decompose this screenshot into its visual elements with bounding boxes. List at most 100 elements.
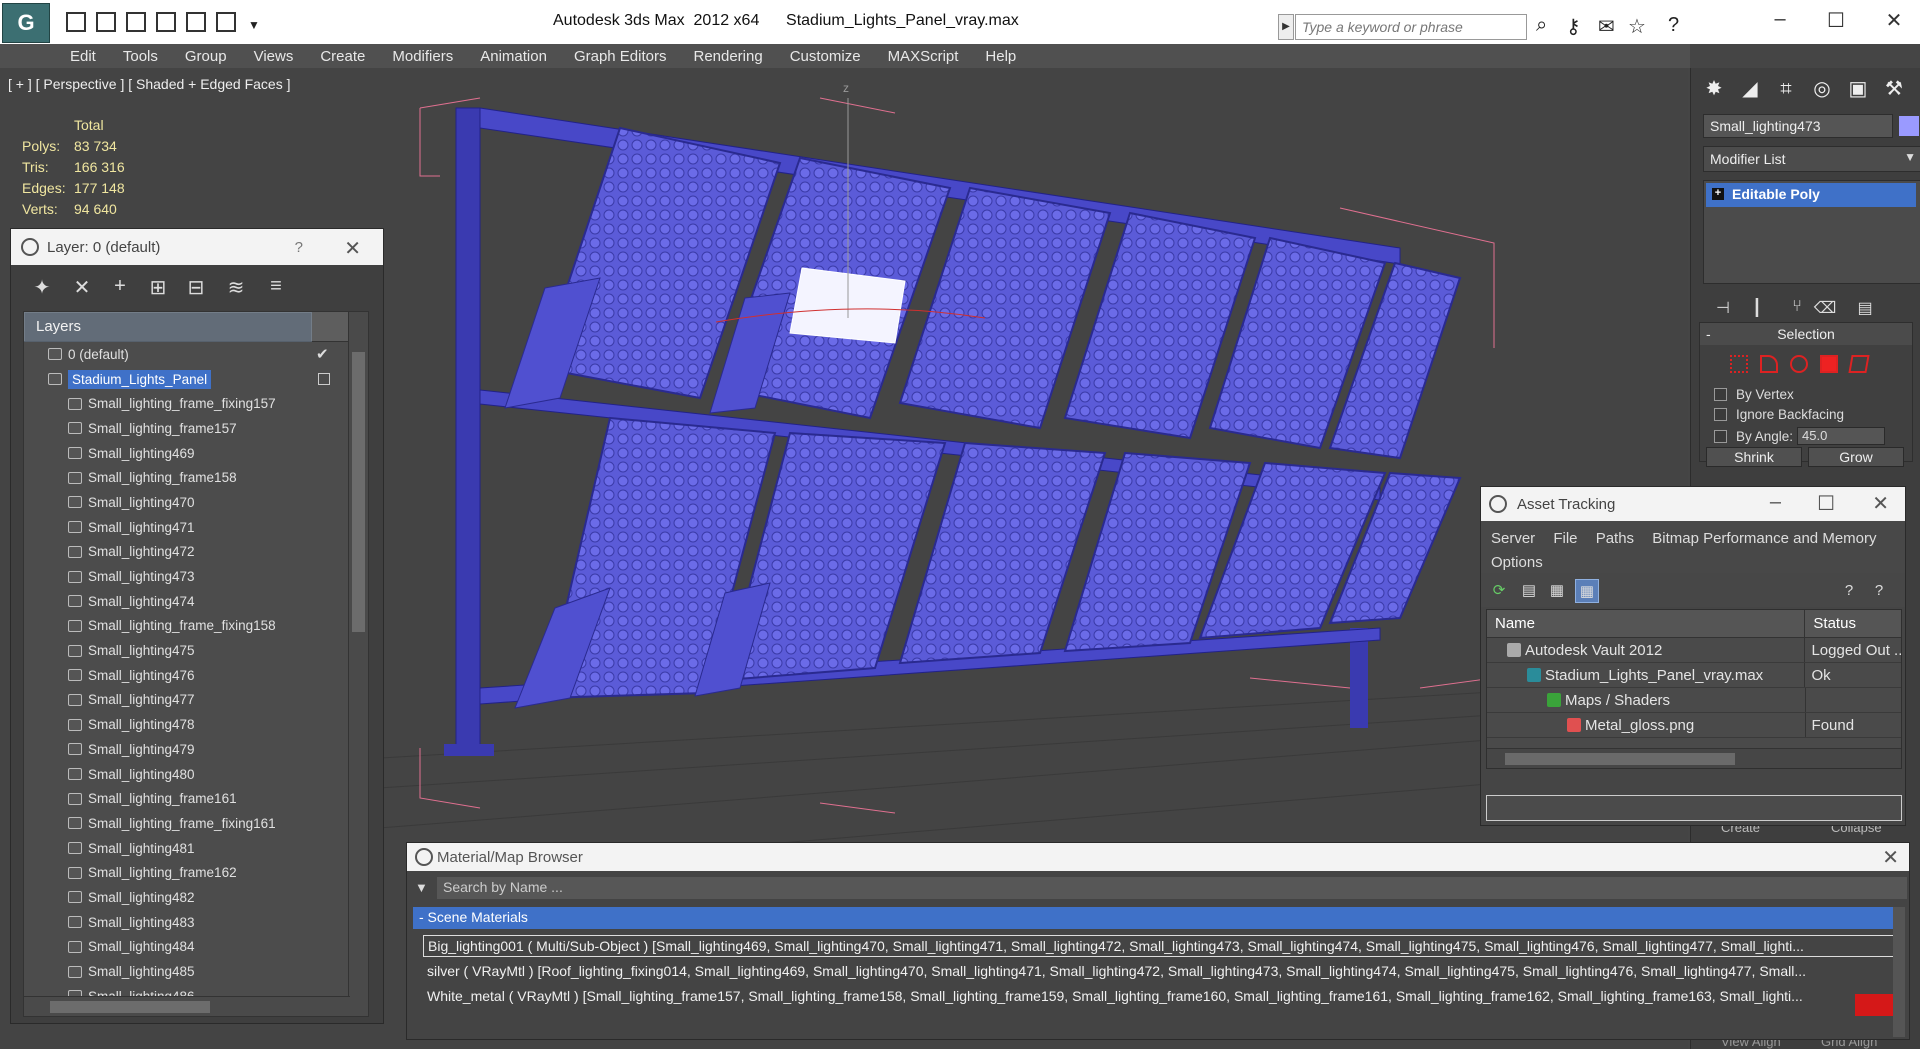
column-name[interactable]: Name: [1487, 610, 1806, 637]
create-layer-icon[interactable]: ✦: [29, 275, 55, 301]
layer-row[interactable]: Small_lighting_frame157: [24, 416, 368, 441]
layer-row[interactable]: Small_lighting474: [24, 589, 368, 614]
menu-options[interactable]: Options: [1491, 554, 1543, 571]
layer-row[interactable]: Small_lighting_frame162: [24, 860, 368, 885]
search-options-icon[interactable]: ▼: [415, 880, 428, 895]
layer-row[interactable]: Small_lighting472: [24, 540, 368, 565]
object-name-field[interactable]: Small_lighting473: [1703, 114, 1893, 138]
layer-row[interactable]: Small_lighting482: [24, 885, 368, 910]
layers-horizontal-scrollbar[interactable]: [24, 996, 350, 1016]
open-file-icon[interactable]: [66, 12, 86, 32]
close-icon[interactable]: ✕: [344, 236, 361, 261]
menu-modifiers[interactable]: Modifiers: [392, 48, 453, 65]
selection-rollout-header[interactable]: - Selection: [1700, 323, 1912, 345]
shrink-button[interactable]: Shrink: [1706, 447, 1802, 467]
new-scene-icon[interactable]: [216, 12, 236, 32]
communication-center-icon[interactable]: ✉: [1598, 14, 1615, 39]
select-layer-icon[interactable]: ⊟: [183, 275, 209, 301]
scene-materials-group[interactable]: - Scene Materials: [413, 907, 1903, 929]
layer-row[interactable]: Small_lighting_frame_fixing157: [24, 391, 368, 416]
menu-edit[interactable]: Edit: [70, 48, 96, 65]
layer-manager-titlebar[interactable]: Layer: 0 (default) ? ✕: [11, 229, 383, 265]
layer-row[interactable]: Small_lighting484: [24, 935, 368, 960]
layers-tree[interactable]: Layers 0 (default) ✔ Stadium_Lights_Panel S…: [23, 311, 369, 1017]
asset-row[interactable]: Metal_gloss.png Found: [1487, 713, 1901, 738]
asset-tracking-titlebar[interactable]: Asset Tracking – ☐ ✕: [1481, 487, 1905, 521]
menu-tools[interactable]: Tools: [123, 48, 158, 65]
asset-row[interactable]: Stadium_Lights_Panel_vray.max Ok: [1487, 663, 1901, 688]
help-icon[interactable]: ?: [1668, 14, 1679, 37]
angle-spinner[interactable]: 45.0: [1797, 427, 1886, 445]
hierarchy-tab-icon[interactable]: ⌗: [1771, 74, 1801, 104]
layer-row[interactable]: Small_lighting475: [24, 638, 368, 663]
minimize-icon[interactable]: –: [1760, 8, 1800, 31]
layers-column-header[interactable]: Layers: [24, 312, 368, 342]
viewport-label-menu[interactable]: [ + ] [ Perspective ] [ Shaded + Edged F…: [8, 76, 291, 92]
asset-path-field[interactable]: [1486, 795, 1902, 821]
menu-paths[interactable]: Paths: [1596, 530, 1634, 547]
menu-bitmap-performance[interactable]: Bitmap Performance and Memory: [1652, 530, 1876, 547]
layer-row[interactable]: Small_lighting_frame158: [24, 465, 368, 490]
favorites-star-icon[interactable]: ☆: [1628, 14, 1646, 39]
menu-rendering[interactable]: Rendering: [693, 48, 762, 65]
keyword-search-input[interactable]: Type a keyword or phrase: [1295, 14, 1527, 40]
maximize-icon[interactable]: ☐: [1817, 491, 1835, 516]
object-color-swatch[interactable]: [1899, 116, 1919, 136]
material-vertical-scrollbar[interactable]: [1893, 907, 1905, 1037]
border-mode-icon[interactable]: [1790, 355, 1808, 373]
minimize-icon[interactable]: –: [1770, 491, 1781, 514]
table-view-icon[interactable]: ▦: [1575, 579, 1599, 603]
layer-row[interactable]: Small_lighting478: [24, 712, 368, 737]
column-status[interactable]: Status: [1805, 610, 1901, 637]
select-objects-icon[interactable]: ⊞: [145, 275, 171, 301]
layer-row[interactable]: Small_lighting479: [24, 737, 368, 762]
maximize-icon[interactable]: ☐: [1816, 8, 1856, 33]
ignore-backfacing-checkbox[interactable]: Ignore Backfacing: [1714, 407, 1844, 422]
redo-icon[interactable]: [156, 12, 176, 32]
menu-views[interactable]: Views: [254, 48, 294, 65]
modifier-list-dropdown[interactable]: Modifier List ▼: [1703, 146, 1920, 172]
by-angle-checkbox[interactable]: By Angle: 45.0: [1714, 427, 1886, 445]
thumbnail-view-icon[interactable]: ▦: [1545, 579, 1569, 603]
list-view-icon[interactable]: ▤: [1517, 579, 1541, 603]
material-browser-titlebar[interactable]: Material/Map Browser ✕: [407, 843, 1909, 871]
stack-item-editable-poly[interactable]: + Editable Poly: [1706, 183, 1916, 207]
layer-row[interactable]: Small_lighting483: [24, 910, 368, 935]
layer-row[interactable]: 0 (default) ✔: [24, 342, 368, 367]
set-current-layer-box[interactable]: [318, 373, 330, 386]
menu-maxscript[interactable]: MAXScript: [888, 48, 959, 65]
search-expand-icon[interactable]: ▶: [1278, 14, 1294, 40]
context-help-icon[interactable]: ?: [1867, 579, 1891, 603]
menu-graph-editors[interactable]: Graph Editors: [574, 48, 667, 65]
pin-stack-icon[interactable]: ⊣: [1711, 298, 1735, 322]
display-tab-icon[interactable]: ▣: [1843, 74, 1873, 104]
vertex-mode-icon[interactable]: [1730, 355, 1748, 373]
asset-horizontal-scrollbar[interactable]: [1487, 748, 1901, 768]
layer-row[interactable]: Small_lighting473: [24, 564, 368, 589]
asset-row[interactable]: Autodesk Vault 2012 Logged Out ...: [1487, 638, 1901, 663]
close-icon[interactable]: ✕: [1882, 845, 1899, 870]
layer-row[interactable]: Small_lighting485: [24, 959, 368, 984]
project-folder-icon[interactable]: [186, 12, 206, 32]
hide-all-layers-icon[interactable]: ≋: [223, 275, 249, 301]
delete-layer-icon[interactable]: ✕: [69, 275, 95, 301]
layer-row[interactable]: Small_lighting471: [24, 515, 368, 540]
element-mode-icon[interactable]: [1848, 355, 1870, 373]
layer-row[interactable]: Small_lighting476: [24, 663, 368, 688]
modify-tab-icon[interactable]: ◢: [1735, 74, 1765, 104]
grow-button[interactable]: Grow: [1808, 447, 1904, 467]
material-row[interactable]: White_metal ( VRayMtl ) [Small_lighting_…: [423, 986, 1897, 1008]
layer-row[interactable]: Small_lighting_frame_fixing161: [24, 811, 368, 836]
help-icon[interactable]: ?: [1837, 579, 1861, 603]
utilities-tab-icon[interactable]: ⚒: [1879, 74, 1909, 104]
save-file-icon[interactable]: [96, 12, 116, 32]
modifier-stack[interactable]: + Editable Poly: [1703, 180, 1920, 284]
motion-tab-icon[interactable]: ◎: [1807, 74, 1837, 104]
app-logo-button[interactable]: G: [2, 3, 50, 43]
menu-help[interactable]: Help: [985, 48, 1016, 65]
layer-row[interactable]: Small_lighting469: [24, 441, 368, 466]
by-vertex-checkbox[interactable]: By Vertex: [1714, 387, 1794, 402]
layer-row[interactable]: Small_lighting470: [24, 490, 368, 515]
menu-group[interactable]: Group: [185, 48, 227, 65]
material-row[interactable]: silver ( VRayMtl ) [Roof_lighting_fixing…: [423, 961, 1897, 983]
